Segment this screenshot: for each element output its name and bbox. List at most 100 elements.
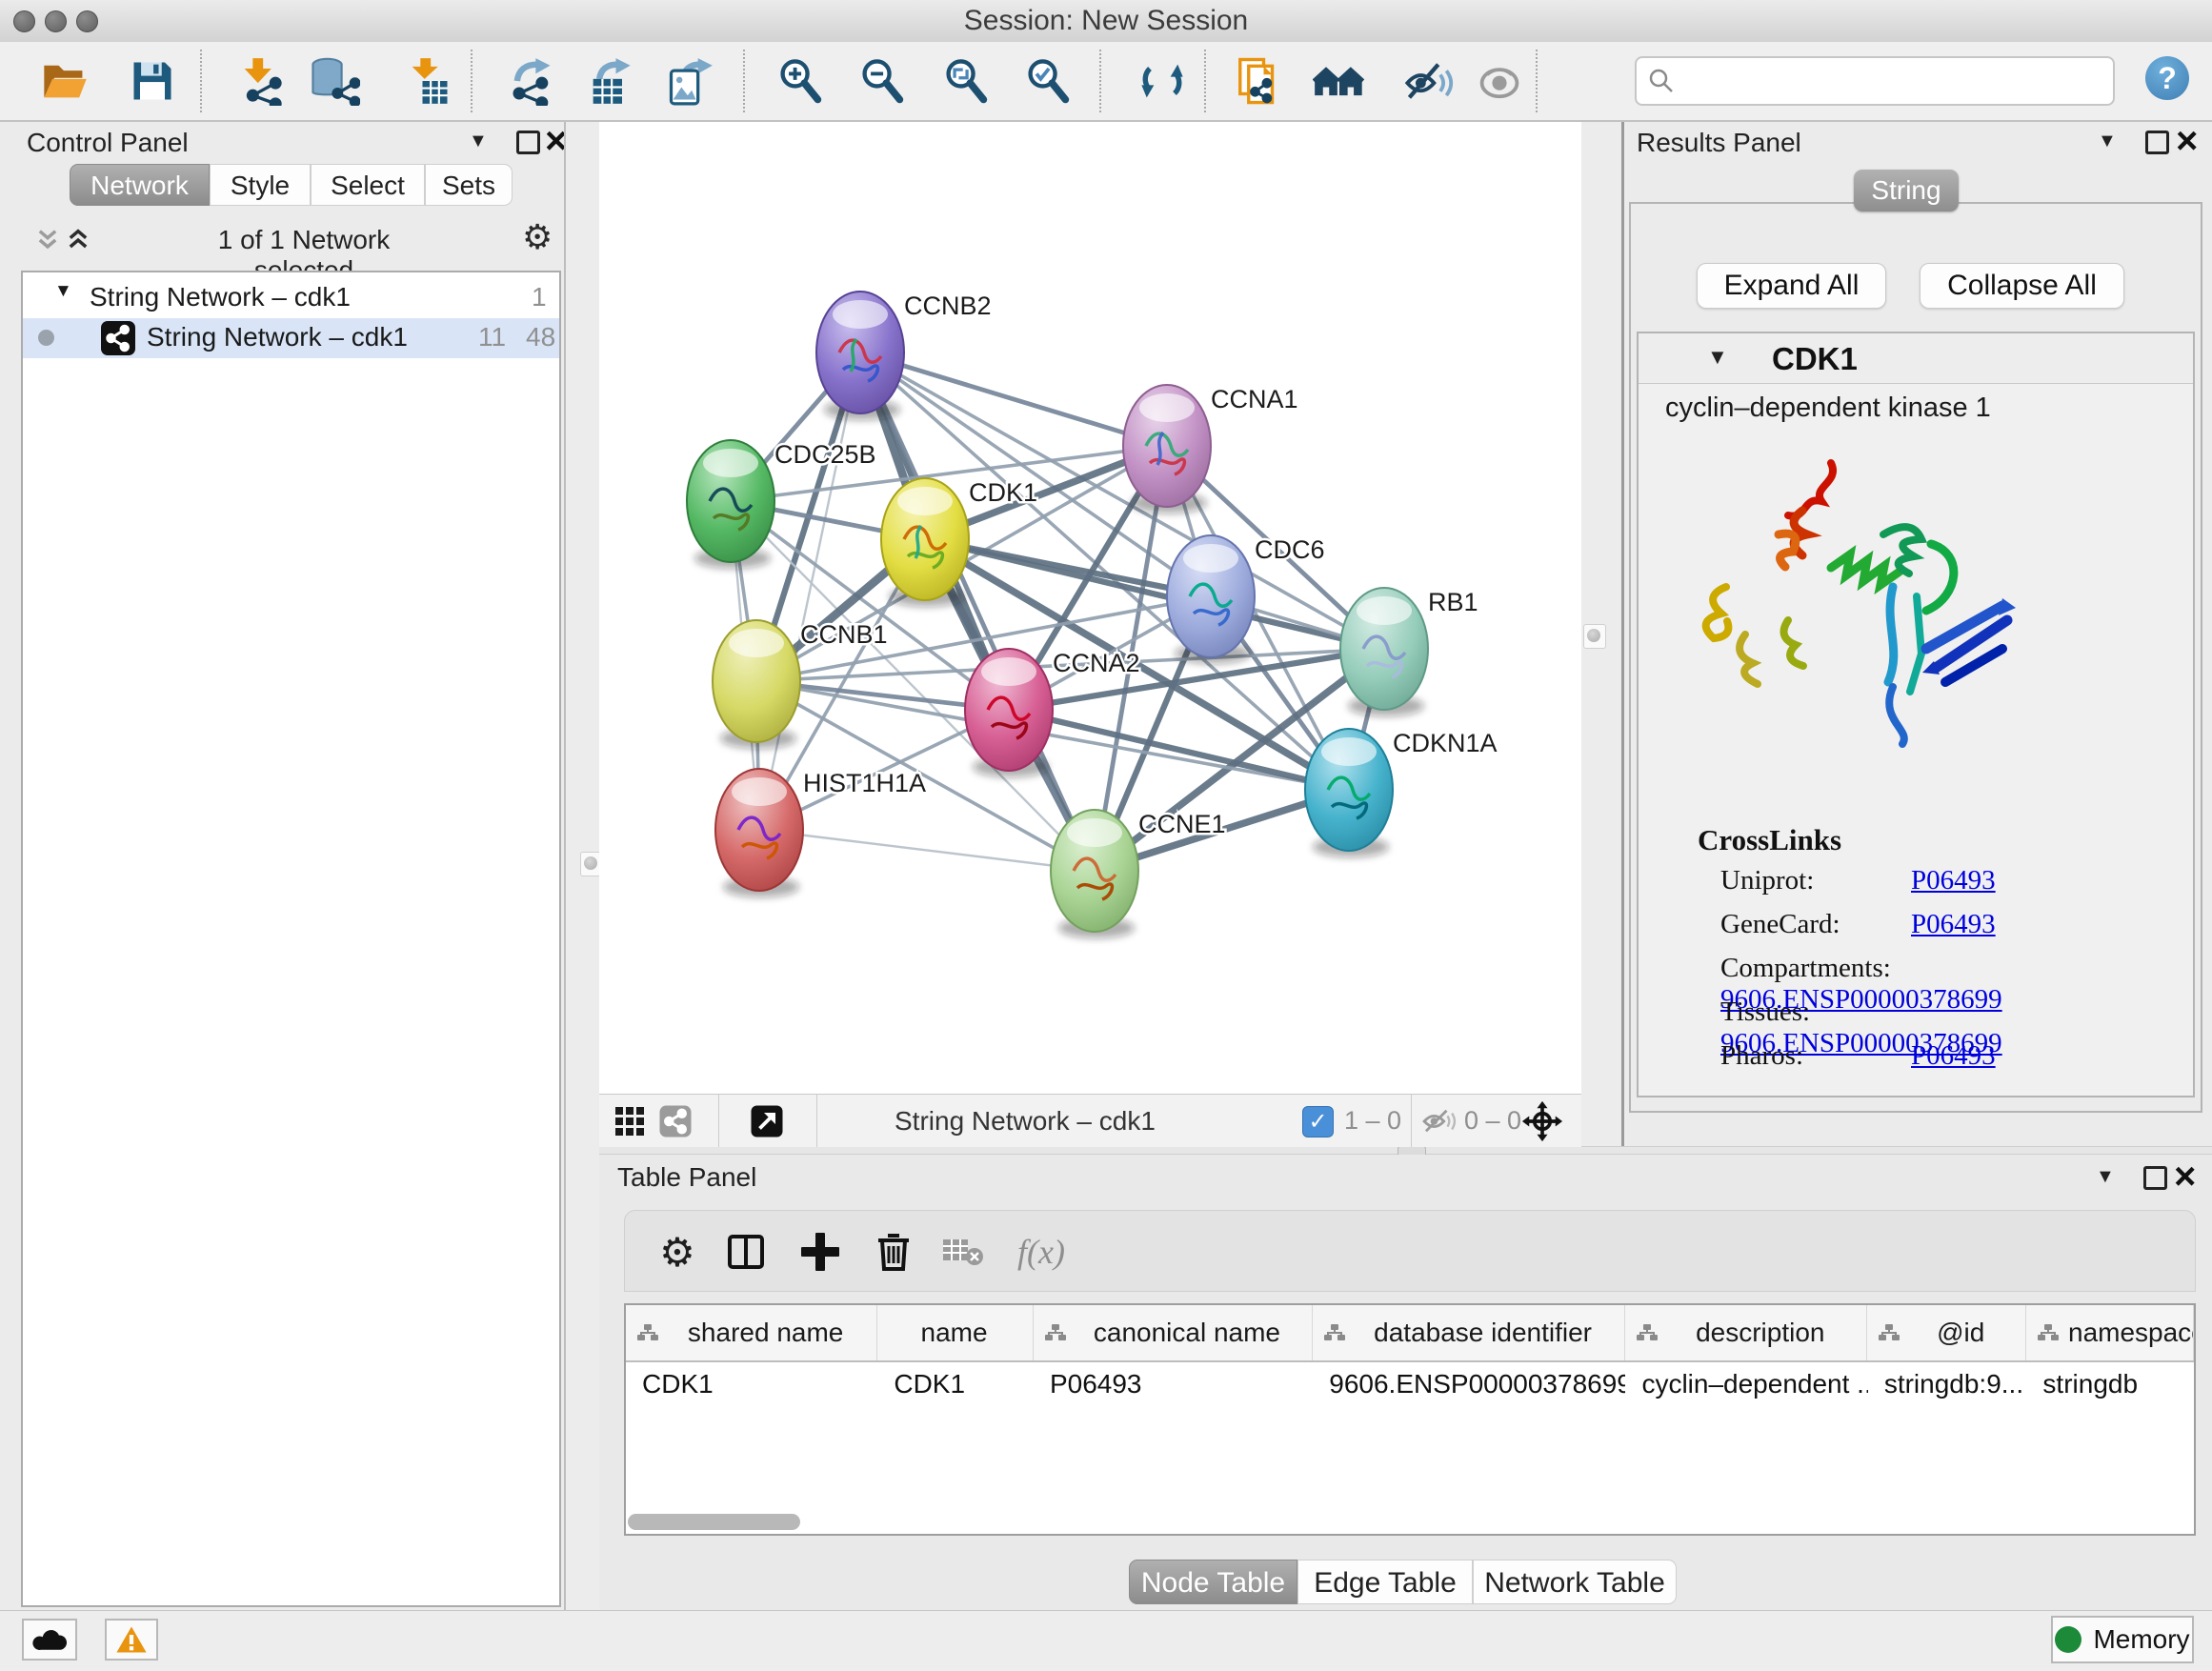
node-label: CCNB1	[800, 620, 888, 649]
network-node-ccnb2[interactable]	[816, 292, 904, 420]
network-row[interactable]: String Network – cdk1 11 48	[23, 318, 559, 358]
tab-sets[interactable]: Sets	[425, 164, 513, 206]
network-edge[interactable]	[860, 352, 1167, 446]
network-canvas[interactable]: CCNB2CCNA1CDC25BCDK1CDC6RB1CCNB1CCNA2CDK…	[599, 122, 1581, 1094]
gene-section-header[interactable]: ▼ CDK1	[1639, 333, 2193, 384]
import-network-from-database-icon[interactable]	[307, 54, 360, 108]
hidden-count-eye-icon	[1420, 1106, 1458, 1137]
toolbar-separator	[743, 50, 745, 112]
save-session-icon[interactable]	[126, 54, 179, 108]
network-node-cdkn1a[interactable]	[1305, 729, 1393, 857]
column-header-shared-name[interactable]: shared name	[626, 1305, 877, 1360]
network-view-icon[interactable]	[658, 1104, 693, 1138]
panel-float-icon[interactable]	[516, 131, 540, 154]
node-label: CDKN1A	[1393, 729, 1498, 757]
import-network-icon[interactable]	[234, 54, 288, 108]
zoom-selected-icon[interactable]	[1021, 54, 1075, 108]
tab-string[interactable]: String	[1854, 170, 1959, 211]
network-status-dot	[38, 330, 54, 346]
hide-selected-icon[interactable]	[1402, 54, 1456, 108]
zoom-fit-icon[interactable]	[939, 54, 993, 108]
show-all-icon[interactable]	[1473, 54, 1526, 108]
expand-all-icon[interactable]	[65, 227, 91, 258]
open-session-icon[interactable]	[38, 54, 91, 108]
column-label: name	[889, 1318, 1033, 1348]
grid-view-icon[interactable]	[613, 1104, 647, 1138]
network-edge[interactable]	[759, 352, 860, 830]
tab-network-table[interactable]: Network Table	[1473, 1560, 1677, 1604]
horizontal-scrollbar[interactable]	[628, 1514, 800, 1530]
collapse-all-icon[interactable]	[34, 227, 61, 258]
export-image-icon[interactable]	[663, 54, 716, 108]
export-table-icon[interactable]	[583, 54, 636, 108]
network-node-hist1h1a[interactable]	[715, 769, 803, 897]
crosslink-label: Uniprot:	[1720, 865, 1911, 896]
panel-close-icon[interactable]: ×	[2176, 131, 2198, 151]
hidden-count: 0 – 0	[1464, 1095, 1521, 1147]
search-input[interactable]	[1682, 60, 2105, 100]
selected-count-checkbox-icon[interactable]: ✓	[1302, 1106, 1334, 1137]
right-panel-divider[interactable]	[1581, 122, 1627, 1146]
network-edge[interactable]	[759, 830, 1095, 871]
tab-edge-table[interactable]: Edge Table	[1297, 1560, 1473, 1604]
zoom-in-icon[interactable]	[774, 54, 827, 108]
crosslink-value-link[interactable]: P06493	[1911, 909, 1996, 939]
warnings-button[interactable]	[105, 1619, 158, 1661]
network-node-cdc6[interactable]	[1167, 535, 1255, 664]
column-header-namespace[interactable]: namespace	[2026, 1305, 2194, 1360]
add-column-icon[interactable]	[794, 1226, 846, 1278]
divider-grip[interactable]	[1583, 624, 1606, 649]
crosslink-value-link[interactable]: P06493	[1911, 1040, 1996, 1071]
network-options-gear-icon[interactable]: ⚙	[522, 217, 553, 257]
column-label: database identifier	[1355, 1318, 1624, 1348]
column-header-canonical-name[interactable]: canonical name	[1034, 1305, 1313, 1360]
panel-float-icon[interactable]	[2145, 131, 2169, 154]
node-label: CDC25B	[774, 440, 876, 469]
memory-button[interactable]: Memory	[2051, 1616, 2194, 1663]
tab-select[interactable]: Select	[311, 164, 425, 206]
column-header-database-identifier[interactable]: database identifier	[1313, 1305, 1625, 1360]
import-table-icon[interactable]	[402, 54, 455, 108]
section-caret-icon[interactable]: ▼	[1707, 345, 1728, 370]
new-network-from-selection-icon[interactable]	[1233, 54, 1286, 108]
left-panel-divider[interactable]	[564, 122, 599, 1610]
network-node-ccne1[interactable]	[1051, 810, 1138, 938]
column-header-description[interactable]: description	[1625, 1305, 1867, 1360]
column-header--id[interactable]: @id	[1867, 1305, 2026, 1360]
panel-menu-icon[interactable]: ▼	[469, 131, 488, 152]
network-node-ccnb1[interactable]	[713, 620, 800, 749]
panel-menu-icon[interactable]: ▼	[2096, 1166, 2115, 1188]
crosslink-label: GeneCard:	[1720, 909, 1911, 940]
tab-node-table[interactable]: Node Table	[1129, 1560, 1297, 1604]
panel-float-icon[interactable]	[2143, 1166, 2167, 1190]
table-row[interactable]: CDK1CDK1P064939606.ENSP00000378699cyclin…	[626, 1362, 2194, 1406]
help-button[interactable]: ?	[2145, 56, 2189, 100]
network-node-cdc25b[interactable]	[687, 440, 774, 569]
network-collection-row[interactable]: ▼ String Network – cdk1 1	[23, 278, 559, 318]
panel-close-icon[interactable]: ×	[2174, 1166, 2196, 1187]
delete-table-icon[interactable]	[937, 1226, 989, 1278]
collection-caret-icon[interactable]: ▼	[54, 281, 72, 302]
birdseye-view-icon[interactable]	[750, 1104, 784, 1138]
zoom-out-icon[interactable]	[855, 54, 909, 108]
collection-name: String Network – cdk1	[90, 282, 351, 312]
panel-menu-icon[interactable]: ▼	[2098, 131, 2117, 152]
refresh-layout-icon[interactable]	[1136, 54, 1189, 108]
table-settings-gear-icon[interactable]: ⚙	[652, 1226, 703, 1278]
show-columns-icon[interactable]	[720, 1226, 772, 1278]
tab-network[interactable]: Network	[70, 164, 210, 206]
expand-all-button[interactable]: Expand All	[1697, 263, 1886, 309]
cloud-status-button[interactable]	[22, 1619, 77, 1661]
horizontal-panel-divider[interactable]	[599, 1146, 2212, 1155]
column-type-icon	[637, 1323, 658, 1342]
delete-column-trash-icon[interactable]	[868, 1226, 919, 1278]
export-network-icon[interactable]	[505, 54, 558, 108]
first-neighbors-icon[interactable]	[1313, 54, 1366, 108]
crosslink-value-link[interactable]: P06493	[1911, 865, 1996, 896]
tab-style[interactable]: Style	[210, 164, 311, 206]
pan-crosshair-icon[interactable]	[1521, 1100, 1563, 1142]
function-builder-icon[interactable]: f(x)	[998, 1226, 1084, 1278]
network-node-rb1[interactable]	[1340, 588, 1428, 716]
collapse-all-button[interactable]: Collapse All	[1920, 263, 2124, 309]
column-header-name[interactable]: name	[877, 1305, 1034, 1360]
